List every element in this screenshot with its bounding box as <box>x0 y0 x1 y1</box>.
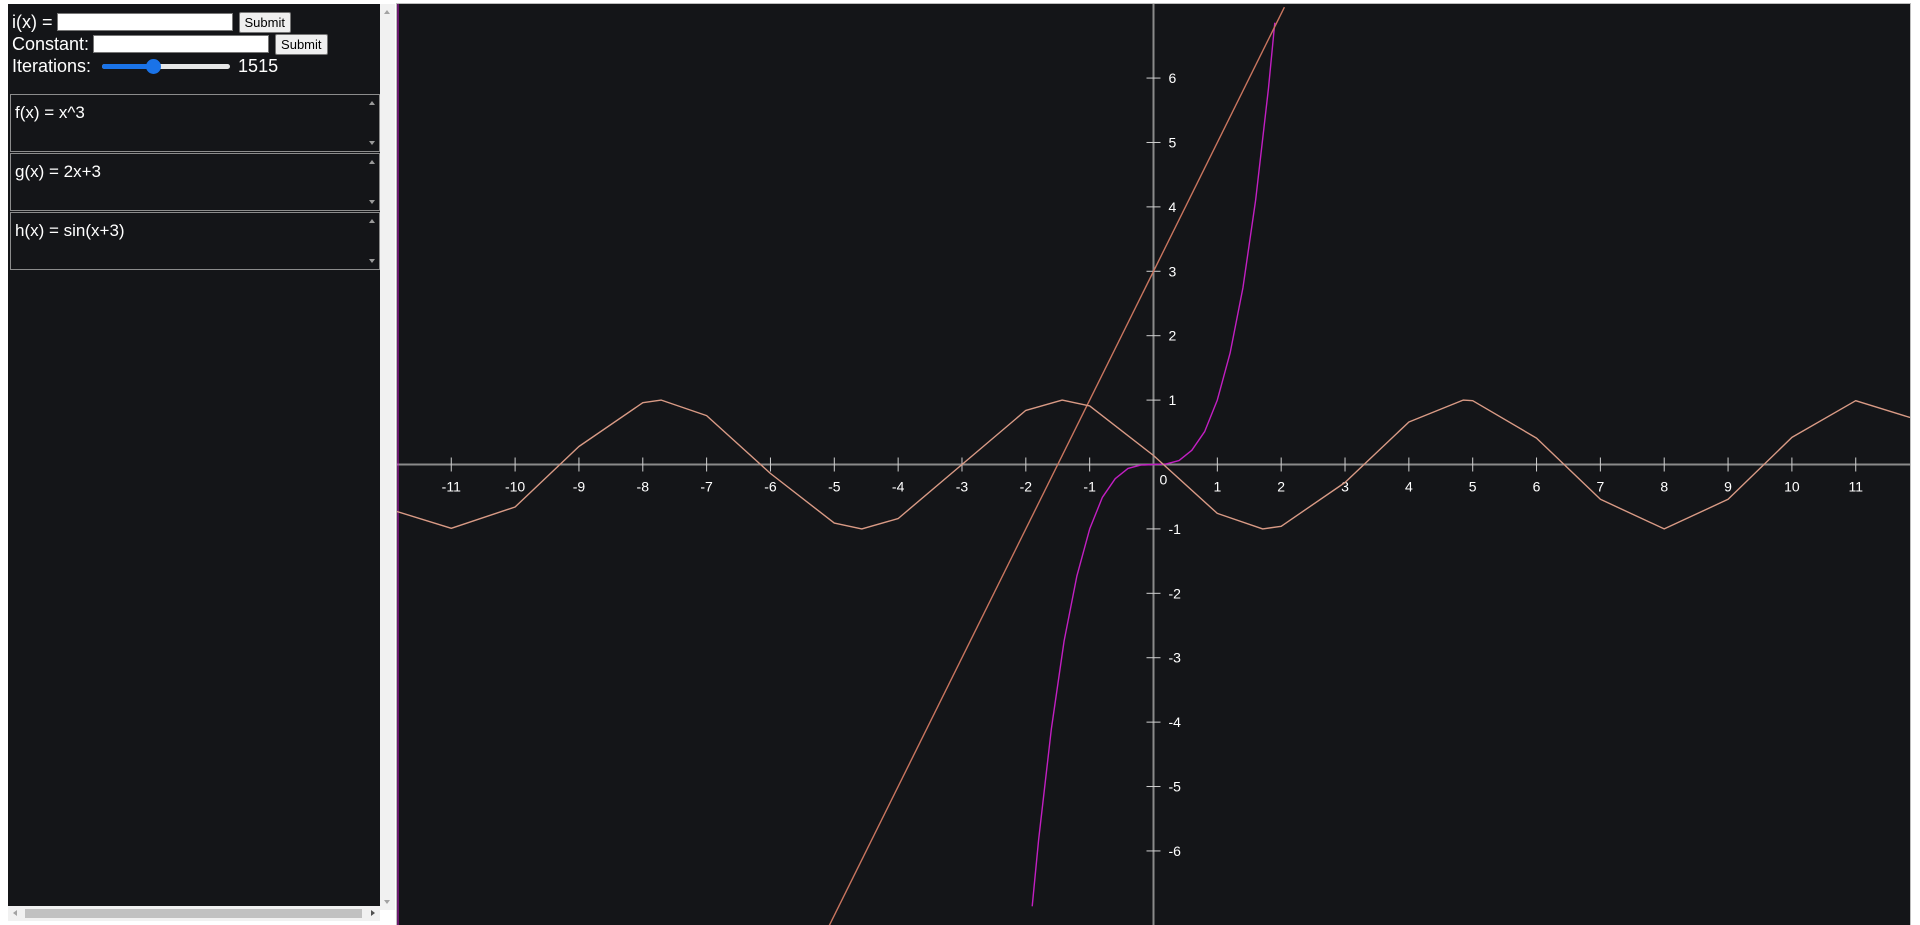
x-tick-label: -7 <box>700 479 713 495</box>
x-tick-label: 3 <box>1341 479 1349 495</box>
function-text-g: g(x) = 2x+3 <box>15 162 101 181</box>
y-tick-label: -2 <box>1169 585 1182 601</box>
horizontal-scroll-thumb[interactable] <box>25 909 362 918</box>
iterations-label: Iterations: <box>12 55 92 76</box>
x-tick-label: 1 <box>1213 479 1221 495</box>
scroll-up-arrow-icon[interactable] <box>384 10 390 14</box>
series-line-2 <box>828 6 1286 925</box>
function-text-f: f(x) = x^3 <box>15 103 85 122</box>
scroll-up-arrow-icon[interactable] <box>369 219 375 223</box>
iterations-value: 1515 <box>238 55 279 76</box>
x-tick-label: -3 <box>956 479 969 495</box>
iterations-slider[interactable] <box>102 58 231 74</box>
constant-submit-button[interactable]: Submit <box>275 33 328 55</box>
scroll-up-arrow-icon[interactable] <box>369 101 375 105</box>
iterations-row: Iterations: 1515 <box>12 55 278 77</box>
graph-svg: -11 -10 -9 -8 -7 -6 -5 -4 -3 -2 -1 1 2 3 4 5 6 7 8 9 10 11-6-… <box>397 4 1910 925</box>
x-tick-label: 9 <box>1724 479 1732 495</box>
x-tick-label: -8 <box>637 479 650 495</box>
scroll-down-arrow-icon[interactable] <box>369 259 375 263</box>
x-tick-label: 2 <box>1277 479 1285 495</box>
x-tick-label: -5 <box>828 479 841 495</box>
scroll-up-arrow-icon[interactable] <box>369 160 375 164</box>
graph-canvas[interactable]: -11 -10 -9 -8 -7 -6 -5 -4 -3 -2 -1 1 2 3 4 5 6 7 8 9 10 11 -6-… <box>396 3 1911 925</box>
function-box-g[interactable]: g(x) = 2x+3 <box>10 153 380 211</box>
x-tick-label: 4 <box>1405 479 1413 495</box>
constant-row: Constant: Submit <box>12 33 328 55</box>
x-tick-label: 8 <box>1660 479 1668 495</box>
x-tick-label: -1 <box>1083 479 1096 495</box>
x-tick-label: 6 <box>1533 479 1541 495</box>
app-window: i(x) = Submit Constant: Submit Iteration… <box>0 0 1920 925</box>
y-tick-label: -3 <box>1169 650 1182 666</box>
y-tick-label: -5 <box>1169 779 1182 795</box>
slider-thumb[interactable] <box>146 59 162 74</box>
i-function-submit-button[interactable]: Submit <box>238 11 291 33</box>
x-tick-label: 7 <box>1596 479 1604 495</box>
x-tick-label: -10 <box>505 479 525 495</box>
y-tick-label: 6 <box>1169 70 1177 86</box>
function-box-h[interactable]: h(x) = sin(x+3) <box>10 212 380 270</box>
function-box-scrollbar[interactable] <box>367 215 377 267</box>
x-tick-label: -6 <box>764 479 777 495</box>
sidebar-vertical-scrollbar[interactable] <box>380 4 395 910</box>
x-tick-label: 10 <box>1784 479 1800 495</box>
y-tick-label: -4 <box>1169 714 1182 730</box>
y-tick-label: 2 <box>1169 328 1177 344</box>
constant-input[interactable] <box>93 35 270 53</box>
function-box-scrollbar[interactable] <box>367 156 377 208</box>
scroll-down-arrow-icon[interactable] <box>369 141 375 145</box>
y-tick-label: 4 <box>1169 199 1177 215</box>
y-tick-label: 3 <box>1169 263 1177 279</box>
x-tick-label: -11 <box>442 479 461 495</box>
y-tick-label: -1 <box>1169 521 1182 537</box>
x-tick-label: 5 <box>1469 479 1477 495</box>
i-function-row: i(x) = Submit <box>12 11 291 33</box>
i-function-label: i(x) = <box>12 11 53 32</box>
sidebar-horizontal-scrollbar[interactable] <box>8 906 380 921</box>
function-box-scrollbar[interactable] <box>367 97 377 149</box>
sidebar-panel: i(x) = Submit Constant: Submit Iteration… <box>8 4 380 910</box>
scroll-right-arrow-icon[interactable] <box>371 910 375 916</box>
x-tick-label: 11 <box>1848 479 1863 495</box>
x-tick-label: -2 <box>1020 479 1033 495</box>
y-tick-label: 1 <box>1169 392 1177 408</box>
y-tick-label: 5 <box>1169 134 1177 150</box>
function-box-f[interactable]: f(x) = x^3 <box>10 94 380 152</box>
y-tick-label: -6 <box>1169 843 1182 859</box>
x-tick-label: -9 <box>573 479 586 495</box>
function-text-h: h(x) = sin(x+3) <box>15 221 125 240</box>
constant-label: Constant: <box>12 33 90 54</box>
scroll-down-arrow-icon[interactable] <box>369 200 375 204</box>
i-function-input[interactable] <box>56 13 233 31</box>
origin-label: 0 <box>1160 472 1168 488</box>
x-tick-label: -4 <box>892 479 905 495</box>
scroll-down-arrow-icon[interactable] <box>384 900 390 904</box>
scroll-left-arrow-icon[interactable] <box>13 910 17 916</box>
